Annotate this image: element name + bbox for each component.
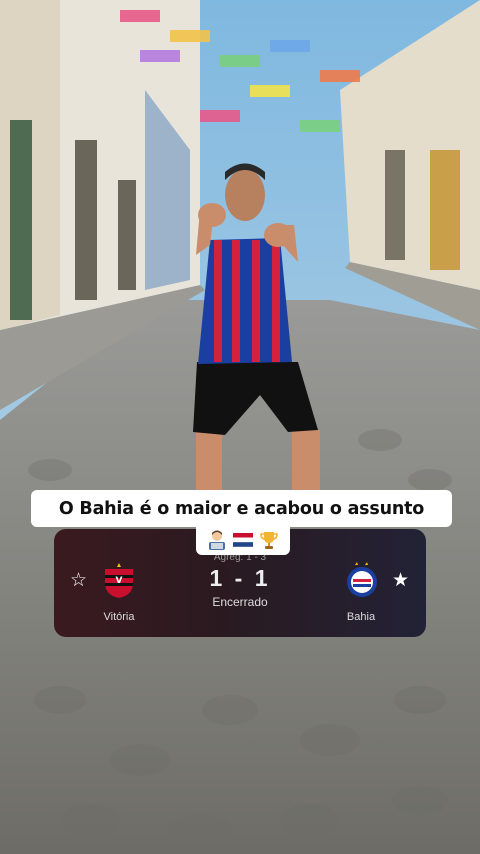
svg-text:V: V: [116, 576, 123, 586]
vitoria-crest-icon: V: [105, 563, 133, 598]
caption-banner: O Bahia é o maior e acabou o assunto: [31, 490, 452, 527]
away-team-name: Bahia: [346, 611, 376, 623]
emoji-strip: [196, 525, 290, 555]
bahia-crest-icon: [347, 562, 377, 597]
away-favorite-star-icon[interactable]: ★: [392, 571, 409, 590]
home-team-name: Vitória: [103, 611, 135, 623]
home-favorite-star-icon[interactable]: ☆: [70, 571, 87, 590]
match-score: 1 - 1: [209, 565, 271, 591]
trophy-emoji: [260, 532, 278, 549]
man-technologist-emoji: [209, 530, 225, 550]
match-status: Encerrado: [212, 595, 268, 609]
street-background: [0, 0, 480, 854]
caption-text: O Bahia é o maior e acabou o assunto: [58, 498, 425, 519]
netherlands-flag-emoji: [232, 533, 254, 547]
